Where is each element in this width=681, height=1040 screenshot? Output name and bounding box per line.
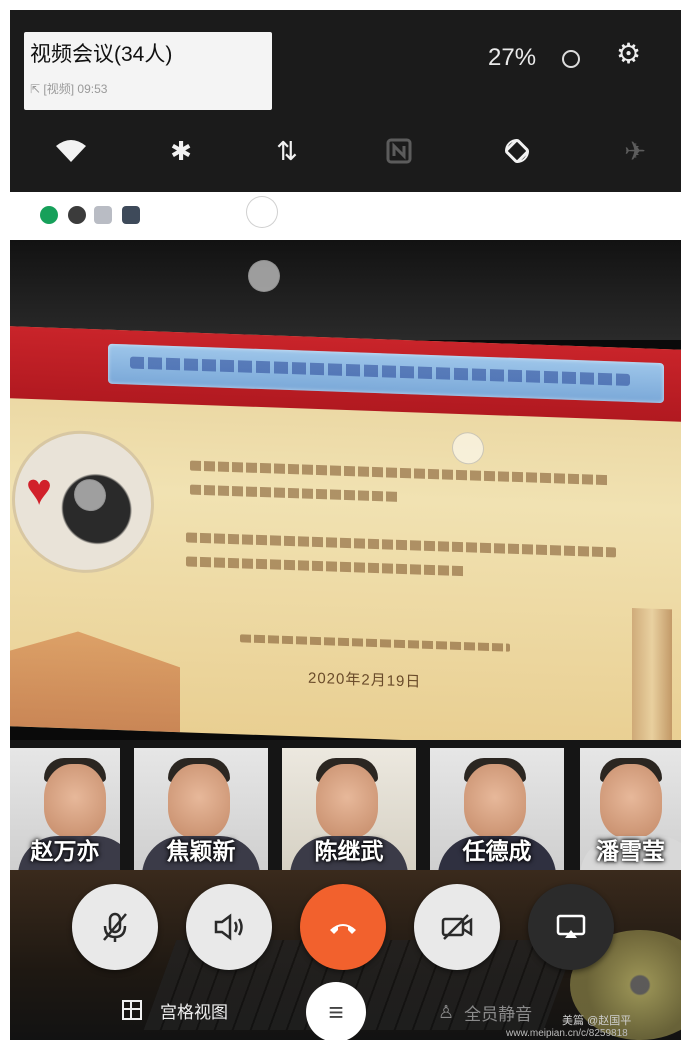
touch-indicator <box>246 196 278 228</box>
settings-gear-icon[interactable]: ⚙ <box>616 40 641 68</box>
presentation-slide: ♥ 2020年2月19日 <box>10 326 681 750</box>
main-video-feed[interactable]: ♥ 2020年2月19日 赵万亦 焦颖新 陈继武 任德成 潘雪莹 宫格视图 ≡ … <box>10 240 681 1040</box>
speaker-icon <box>214 913 243 941</box>
participant-tile[interactable]: 任德成 <box>430 748 564 870</box>
bluetooth-icon[interactable]: ✱ <box>156 126 206 176</box>
nfc-icon[interactable] <box>374 126 424 176</box>
menu-icon: ≡ <box>328 996 344 1027</box>
participant-video <box>168 764 230 838</box>
microphone-off-icon <box>103 912 127 942</box>
menu-button[interactable]: ≡ <box>306 982 366 1040</box>
screen-share-icon <box>556 914 586 938</box>
slide-banner <box>10 326 681 422</box>
screen-share-button[interactable] <box>528 884 614 970</box>
quick-settings-row: ✱ ⇅ ✈ <box>10 126 681 176</box>
participant-tile[interactable]: 陈继武 <box>282 748 416 870</box>
camera-off-icon <box>441 914 473 940</box>
gallery-app-icon <box>122 206 140 224</box>
slide-decoration <box>10 618 180 732</box>
mobile-data-icon[interactable]: ⇅ <box>262 126 312 176</box>
participant-tile[interactable]: 潘雪莹 <box>580 748 681 870</box>
people-icon: ♙ <box>438 1002 455 1022</box>
slide-text-line <box>186 532 616 558</box>
participant-tile[interactable]: 赵万亦 <box>10 748 120 870</box>
heart-icon: ♥ <box>26 464 53 515</box>
participant-name: 焦颖新 <box>166 838 236 864</box>
slide-decoration <box>632 608 672 750</box>
room-background <box>10 240 681 340</box>
participant-name: 陈继武 <box>314 838 384 864</box>
security-app-icon <box>68 206 86 224</box>
slide-title-bar <box>108 343 664 404</box>
touch-indicator <box>74 478 106 512</box>
camera-app-icon <box>94 206 112 224</box>
touch-indicator <box>452 431 484 465</box>
bottom-toolbar: 宫格视图 ≡ ♙ 全员静音 美篇 @赵国平 www.meipian.cn/c/8… <box>10 982 681 1040</box>
speaker-button[interactable] <box>186 884 272 970</box>
notification-subtitle: ⇱ [视频] 09:53 <box>30 82 108 96</box>
slide-text-line <box>186 556 466 577</box>
participant-tile[interactable]: 焦颖新 <box>134 748 268 870</box>
camera-off-button[interactable] <box>414 884 500 970</box>
participant-name: 任德成 <box>462 838 532 864</box>
mute-microphone-button[interactable] <box>72 884 158 970</box>
notification-shade: 视频会议(34人) ⇱ [视频] 09:53 27% ⚙ ✱ ⇅ ✈ <box>10 10 681 192</box>
notification-icon-strip <box>10 192 681 240</box>
hang-up-button[interactable] <box>300 884 386 970</box>
participant-video <box>44 764 106 838</box>
slide-text-line <box>190 460 610 486</box>
wifi-icon[interactable] <box>46 126 96 176</box>
meeting-notification-card[interactable]: 视频会议(34人) ⇱ [视频] 09:53 <box>24 32 272 110</box>
auto-rotate-icon[interactable] <box>492 126 542 176</box>
watermark-brand: 美篇 @赵国平 <box>562 1015 632 1027</box>
hang-up-icon <box>330 924 356 934</box>
message-app-icon <box>40 206 58 224</box>
slide-text-line <box>190 484 400 502</box>
touch-indicator <box>248 260 280 292</box>
participant-video <box>464 764 526 838</box>
battery-percentage: 27% <box>488 44 537 71</box>
phone-screen: 视频会议(34人) ⇱ [视频] 09:53 27% ⚙ ✱ ⇅ ✈ ♥ 202… <box>10 10 681 1040</box>
slide-text-line <box>240 634 510 652</box>
mute-all-label: 全员静音 <box>464 1005 533 1024</box>
slide-date: 2020年2月19日 <box>308 669 422 691</box>
participant-strip: 赵万亦 焦颖新 陈继武 任德成 潘雪莹 <box>10 740 681 870</box>
grid-icon <box>122 1000 142 1020</box>
participant-video <box>316 764 378 838</box>
grid-view-button[interactable]: 宫格视图 <box>122 994 228 1026</box>
participant-video <box>600 764 662 838</box>
grid-view-label: 宫格视图 <box>160 1002 228 1022</box>
notification-title: 视频会议(34人) <box>30 43 173 66</box>
mute-all-button[interactable]: ♙ 全员静音 <box>438 1000 532 1025</box>
participant-name: 潘雪莹 <box>596 838 665 864</box>
airplane-mode-icon[interactable]: ✈ <box>610 126 660 176</box>
participant-name: 赵万亦 <box>30 838 100 864</box>
watermark-url: www.meipian.cn/c/8259818 <box>506 1028 628 1039</box>
battery-icon <box>562 50 580 68</box>
slide-title-text <box>130 356 630 386</box>
